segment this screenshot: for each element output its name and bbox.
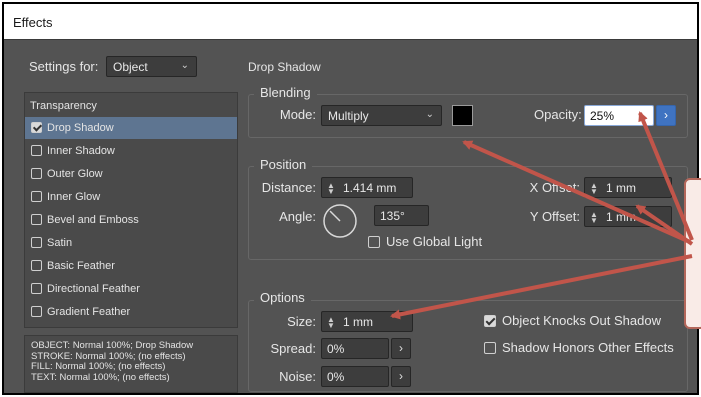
arrow-to-size bbox=[390, 254, 693, 320]
arrow-to-opacity bbox=[638, 111, 694, 241]
annotation-arrows bbox=[390, 111, 694, 320]
